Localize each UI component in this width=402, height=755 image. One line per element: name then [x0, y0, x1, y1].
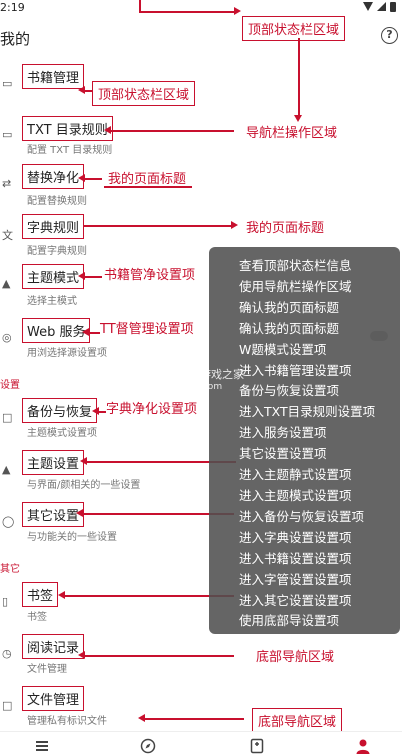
section-header-other: 其它 — [0, 564, 20, 575]
overlay-item: 确认我的页面标题 — [239, 299, 340, 315]
overlay-item: 查看顶部状态栏信息 — [239, 258, 352, 273]
overlay-item: 进入主题模式设置项 — [239, 487, 352, 503]
annotation-arrow — [104, 127, 234, 133]
watermark-logo: K73 游戏之家 .com — [134, 364, 254, 400]
nav-bookshelf[interactable] — [34, 738, 50, 754]
folder-icon: □ — [2, 699, 13, 712]
clock-icon: ◷ — [2, 647, 12, 660]
menu-label: 文件管理 — [22, 686, 85, 711]
menu-subtitle: 配置替换规则 — [27, 196, 87, 207]
status-icons — [363, 2, 396, 12]
menu-subtitle: 选择主模式 — [27, 296, 77, 307]
nav-explore[interactable] — [140, 738, 156, 754]
menu-label: TXT 目录规则 — [22, 116, 113, 141]
overlay-item: 进入备份与恢复设置项 — [239, 508, 365, 524]
page-title: 我的 — [0, 30, 31, 48]
watermark-line-2: .com — [200, 382, 223, 392]
annotation-arrow — [138, 715, 244, 721]
shirt-icon: ▲ — [2, 277, 11, 290]
overlay-item: 进入其它设置设置项 — [239, 592, 352, 608]
overlay-item: 其它设置设置项 — [239, 446, 327, 462]
menu-subtitle: 配置 TXT 目录规则 — [27, 145, 113, 156]
watermark-logo-text: K73 — [134, 364, 195, 397]
bottom-nav — [0, 731, 402, 755]
annotation-arrow — [78, 175, 102, 181]
overlay-item: 确认我的页面标题 — [239, 320, 340, 336]
shirt-icon: ▲ — [2, 463, 11, 476]
menu-label: Web 服务 — [22, 318, 91, 343]
menu-label: 主题设置 — [22, 450, 85, 475]
menu-subtitle: 管理私有标识文件 — [27, 716, 107, 727]
annotation-arrow — [84, 222, 238, 228]
annotation-arrow — [78, 273, 102, 279]
annotation-arrow — [92, 408, 106, 414]
overlay-item: W题模式设置项 — [239, 341, 327, 357]
bookshelf-icon — [36, 741, 48, 751]
menu-label: 备份与恢复 — [22, 398, 98, 423]
wifi-icon — [363, 2, 373, 11]
overlay-item: 进入主题静式设置项 — [239, 467, 352, 483]
instruction-overlay: 查看顶部状态栏信息 使用导航栏操作区域 确认我的页面标题 确认我的页面标题 W题模式设置… — [209, 247, 400, 634]
rss-icon — [250, 738, 264, 754]
overlay-item: 进入字典设置设置项 — [239, 529, 352, 545]
annotation-underline — [104, 186, 192, 188]
translate-icon: 文 — [2, 229, 13, 242]
annotation-my-title-2: 我的页面标题 — [246, 221, 325, 236]
book-open-icon: ▭ — [2, 128, 13, 141]
annotation-arrow — [82, 329, 100, 335]
folder-icon: □ — [2, 411, 13, 424]
menu-subtitle: 用浏选择源设置项 — [27, 348, 107, 359]
overlay-item: 使用导航栏操作区域 — [239, 278, 352, 294]
signal-icon — [377, 2, 386, 11]
annotation-arrow — [78, 652, 234, 658]
annotation-nav-ops: 导航栏操作区域 — [246, 126, 338, 141]
globe-icon: ◎ — [2, 331, 12, 344]
menu-label: 主题模式 — [22, 264, 85, 289]
battery-icon — [390, 2, 396, 12]
menu-subtitle: 配置字典规则 — [27, 246, 87, 257]
menu-subtitle: 与功能关的一些设置 — [27, 532, 117, 543]
menu-label: 其它设置 — [22, 502, 85, 527]
profile-icon — [356, 739, 370, 754]
annotation-bottom-nav-2: 底部导航区域 — [252, 708, 343, 733]
menu-label: 字典规则 — [22, 214, 85, 239]
annotation-tt-manage: TT督管理设置项 — [100, 322, 194, 337]
annotation-book-clean: 书籍管净设置项 — [104, 268, 196, 283]
overlay-item: 进入服务设置项 — [239, 425, 327, 441]
help-icon[interactable]: ? — [381, 27, 398, 44]
bookmark-icon: ▯ — [2, 595, 9, 608]
overlay-item: 进入字管设置设置项 — [239, 571, 352, 587]
nav-profile[interactable] — [355, 738, 371, 754]
menu-subtitle: 与界面/颜相关的一些设置 — [27, 480, 141, 491]
nav-rss[interactable] — [249, 738, 265, 754]
section-header-settings: 设置 — [0, 380, 20, 391]
overlay-item: 使用底部导设置项 — [239, 613, 340, 629]
menu-subtitle: 书签 — [27, 612, 47, 623]
annotation-bottom-nav-1: 底部导航区域 — [256, 650, 335, 665]
overlay-item: 进入书籍设置设置项 — [239, 550, 352, 566]
annotation-my-title-1: 我的页面标题 — [108, 172, 187, 187]
menu-label: 阅读记录 — [22, 634, 85, 659]
annotation-top-status: 顶部状态栏区域 — [242, 16, 346, 41]
overlay-item: 进入书籍管理设置项 — [239, 362, 352, 378]
menu-subtitle: 主题模式设置项 — [27, 428, 97, 439]
book-icon: ▭ — [2, 77, 13, 90]
menu-label: 书籍管理 — [22, 64, 85, 89]
menu-label: 书签 — [22, 582, 59, 607]
annotation-dict-clean: 字典净化设置项 — [106, 402, 198, 417]
annotation-line-down — [295, 38, 301, 122]
annotation-top-status-boxed: 顶部状态栏区域 — [92, 81, 196, 106]
status-time: 2:19 — [0, 1, 25, 14]
overlay-item: 进入TXT目录规则设置项 — [239, 404, 376, 420]
menu-subtitle: 文件管理 — [27, 664, 67, 675]
watermark-line-1: 游戏之家 — [200, 368, 244, 381]
overlay-item: 备份与恢复设置项 — [239, 383, 340, 399]
swap-icon: ⇄ — [2, 177, 12, 190]
explore-icon — [140, 738, 156, 754]
menu-label: 替换净化 — [22, 164, 85, 189]
annotation-arrow — [139, 8, 241, 14]
settings-icon: ◯ — [2, 515, 15, 528]
